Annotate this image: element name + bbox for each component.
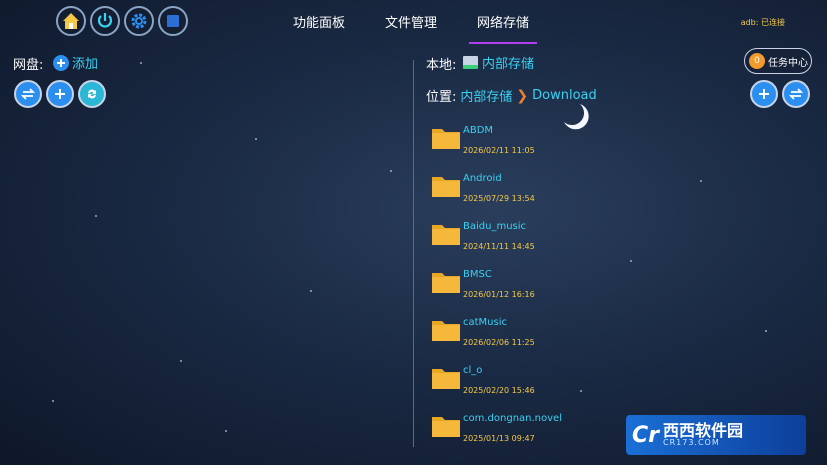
add-cloud-disk-button[interactable]: 添加: [53, 53, 98, 72]
folder-icon: [432, 129, 460, 149]
file-date: 2026/02/11 11:05: [463, 146, 535, 155]
panel-divider: [413, 60, 414, 447]
stop-icon: [167, 15, 179, 27]
watermark-site: CR173.COM: [663, 438, 720, 447]
swap-icon: [789, 88, 803, 100]
tab-bar: 功能面板 文件管理 网络存储: [285, 0, 561, 44]
watermark-brand: 西西软件园: [663, 421, 744, 440]
file-date: 2025/07/29 13:54: [463, 194, 535, 203]
file-name: BMSC: [463, 269, 492, 280]
transfer-button[interactable]: [14, 80, 42, 108]
tab-function-panel[interactable]: 功能面板: [285, 0, 353, 44]
file-name: Android: [463, 173, 502, 184]
file-name: com.dongnan.novel: [463, 413, 562, 424]
sync-button[interactable]: [78, 80, 106, 108]
list-item[interactable]: catMusic 2026/02/06 11:25: [430, 316, 730, 364]
power-icon: [97, 13, 113, 28]
file-date: 2025/02/20 15:46: [463, 386, 535, 395]
add-label: 添加: [72, 57, 99, 72]
settings-button[interactable]: [124, 6, 154, 36]
sync-icon: [88, 89, 96, 99]
file-list: ABDM 2026/02/11 11:05 Android 2025/07/29…: [430, 124, 730, 460]
drive-name: 内部存储: [482, 57, 535, 72]
list-item[interactable]: cl_o 2025/02/20 15:46: [430, 364, 730, 412]
left-actions: [14, 80, 106, 108]
breadcrumb-internal-storage[interactable]: 内部存储: [460, 86, 512, 105]
breadcrumb-download[interactable]: Download: [532, 88, 597, 103]
local-label: 本地:: [426, 58, 457, 73]
home-button[interactable]: [56, 6, 86, 36]
folder-icon: [432, 369, 460, 389]
task-center-button[interactable]: 0 任务中心: [744, 48, 812, 74]
list-item[interactable]: BMSC 2026/01/12 16:16: [430, 268, 730, 316]
file-name: Baidu_music: [463, 221, 527, 232]
drive-selector[interactable]: 内部存储: [462, 53, 534, 72]
task-center-label: 任务中心: [768, 57, 808, 69]
top-toolbar: [56, 6, 188, 36]
drive-icon: [463, 56, 478, 69]
list-item[interactable]: Baidu_music 2024/11/11 14:45: [430, 220, 730, 268]
cr-logo-icon: Cr: [632, 422, 659, 448]
cloud-disk-label: 网盘:: [13, 58, 44, 73]
folder-icon: [432, 321, 460, 341]
right-actions: [750, 80, 810, 108]
plus-icon: [55, 89, 65, 99]
folder-icon: [432, 225, 460, 245]
new-folder-button[interactable]: [750, 80, 778, 108]
plus-icon: [53, 54, 69, 71]
tab-file-manager[interactable]: 文件管理: [377, 0, 445, 44]
home-icon: [63, 13, 79, 29]
file-date: 2024/11/11 14:45: [463, 242, 535, 251]
path-label: 位置:: [426, 90, 457, 105]
file-date: 2026/01/12 16:16: [463, 290, 535, 299]
tab-network-storage[interactable]: 网络存储: [469, 0, 538, 44]
transfer-button[interactable]: [782, 80, 810, 108]
folder-icon: [432, 177, 460, 197]
power-button[interactable]: [90, 6, 120, 36]
adb-status: adb: 已连接: [740, 18, 785, 27]
file-date: 2025/01/13 09:47: [463, 434, 535, 443]
file-name: cl_o: [463, 365, 483, 376]
add-button[interactable]: [46, 80, 74, 108]
folder-icon: [432, 417, 460, 437]
gear-icon: [131, 13, 147, 29]
watermark-logo: Cr 西西软件园 CR173.COM: [626, 415, 806, 455]
list-item[interactable]: Android 2025/07/29 13:54: [430, 172, 730, 220]
swap-icon: [21, 88, 35, 100]
list-item[interactable]: ABDM 2026/02/11 11:05: [430, 124, 730, 172]
file-date: 2026/02/06 11:25: [463, 338, 535, 347]
file-name: ABDM: [463, 125, 494, 136]
stop-button[interactable]: [158, 6, 188, 36]
plus-icon: [759, 89, 769, 99]
task-count-badge: 0: [749, 53, 765, 69]
folder-icon: [432, 273, 460, 293]
chevron-right-icon: ❯: [516, 87, 529, 104]
file-name: catMusic: [463, 317, 507, 328]
